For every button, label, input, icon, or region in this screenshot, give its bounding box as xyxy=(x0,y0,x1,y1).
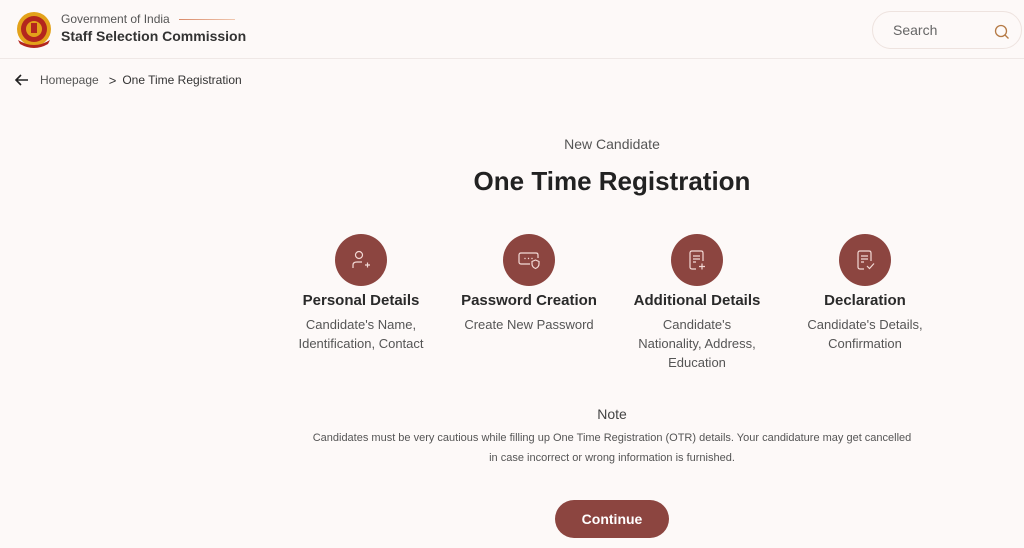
password-shield-icon xyxy=(518,252,540,270)
header: Government of India Staff Selection Comm… xyxy=(0,0,1024,59)
org-name: Staff Selection Commission xyxy=(61,28,247,44)
breadcrumb-separator: > xyxy=(108,72,117,88)
continue-button[interactable]: Continue xyxy=(555,500,669,538)
search-input[interactable]: Search xyxy=(872,11,1022,49)
step-title: Declaration xyxy=(824,292,906,309)
search-icon[interactable] xyxy=(994,24,1010,40)
user-add-icon xyxy=(352,250,370,268)
step-password-creation: Password Creation Create New Password xyxy=(444,234,614,334)
step-declaration: Declaration Candidate's Details, Confirm… xyxy=(780,234,950,353)
note-text: Candidates must be very cautious while f… xyxy=(312,432,912,464)
step-additional-details: Additional Details Candidate's Nationali… xyxy=(612,234,782,372)
page-title: One Time Registration xyxy=(473,166,751,196)
step-description: Create New Password xyxy=(464,317,594,332)
decorative-divider xyxy=(179,19,235,20)
org-government-label: Government of India xyxy=(61,12,170,26)
step-title: Additional Details xyxy=(633,292,761,309)
document-add-icon xyxy=(689,250,705,270)
note-title: Note xyxy=(597,406,627,422)
step-description: Candidate's Nationality, Address, Educat… xyxy=(638,317,756,370)
arrow-left-icon[interactable] xyxy=(14,72,30,88)
step-personal-details: Personal Details Candidate's Name, Ident… xyxy=(276,234,446,353)
search-placeholder: Search xyxy=(893,22,938,38)
page-subtitle: New Candidate xyxy=(564,136,660,152)
step-title: Personal Details xyxy=(302,292,420,309)
step-title: Password Creation xyxy=(461,292,597,309)
breadcrumb: Homepage > One Time Registration xyxy=(14,71,242,89)
ssc-emblem-icon[interactable] xyxy=(14,10,54,50)
step-description: Candidate's Name, Identification, Contac… xyxy=(298,317,424,351)
step-icon-circle xyxy=(671,234,723,286)
breadcrumb-home-link[interactable]: Homepage xyxy=(40,73,99,87)
step-icon-circle xyxy=(335,234,387,286)
step-icon-circle xyxy=(503,234,555,286)
step-description: Candidate's Details, Confirmation xyxy=(807,317,923,351)
breadcrumb-current: One Time Registration xyxy=(122,73,242,87)
document-check-icon xyxy=(857,250,875,270)
step-icon-circle xyxy=(839,234,891,286)
